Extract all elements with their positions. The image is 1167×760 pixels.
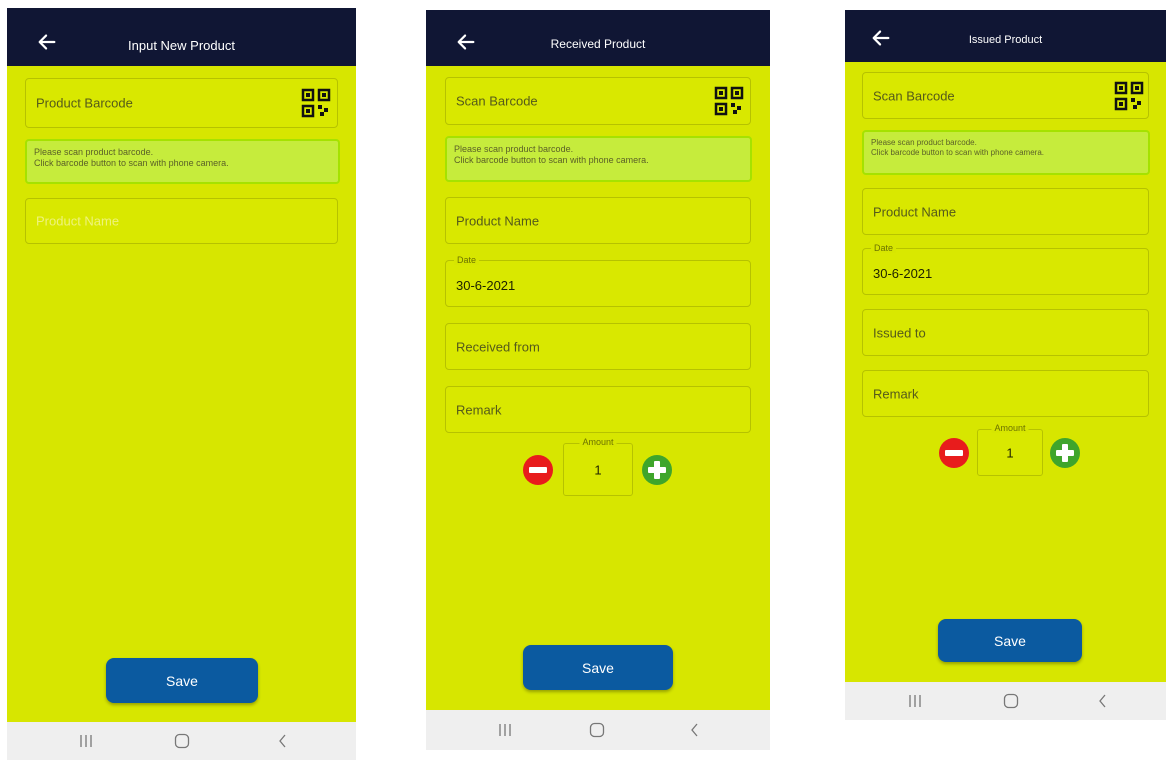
recents-icon bbox=[80, 735, 92, 747]
date-value: 30-6-2021 bbox=[873, 266, 933, 281]
home-icon bbox=[174, 733, 190, 749]
save-button[interactable]: Save bbox=[938, 619, 1082, 662]
page-title: Received Product bbox=[550, 37, 646, 51]
amount-stepper[interactable]: Amount 1 bbox=[977, 423, 1043, 476]
nav-recents-button[interactable] bbox=[74, 732, 98, 750]
save-button[interactable]: Save bbox=[106, 658, 258, 703]
remark-placeholder: Remark bbox=[873, 386, 919, 401]
amount-value: 1 bbox=[1006, 445, 1014, 460]
chevron-left-icon bbox=[279, 734, 286, 748]
chevron-left-icon bbox=[1099, 694, 1106, 708]
screen-input-new-product: Input New Product Product Barcode Please… bbox=[7, 8, 356, 760]
home-icon bbox=[1003, 693, 1019, 709]
product-name-placeholder: Product Name bbox=[36, 213, 120, 229]
amount-label: Amount bbox=[579, 437, 617, 447]
nav-back-button[interactable] bbox=[1091, 692, 1115, 710]
amount-stepper[interactable]: Amount 1 bbox=[563, 437, 633, 496]
plus-circle-icon bbox=[1050, 438, 1080, 468]
scan-barcode-field[interactable]: Scan Barcode bbox=[862, 72, 1149, 119]
remark-field[interactable]: Remark bbox=[445, 386, 751, 433]
product-name-placeholder: Product Name bbox=[456, 213, 540, 228]
received-from-placeholder: Received from bbox=[456, 339, 540, 354]
product-name-placeholder: Product Name bbox=[873, 204, 957, 219]
app-bar: Input New Product bbox=[7, 8, 356, 66]
hint-line-2: Click barcode button to scan with phone … bbox=[34, 158, 229, 168]
nav-home-button[interactable] bbox=[585, 721, 609, 739]
nav-home-button[interactable] bbox=[999, 692, 1023, 710]
amount-value: 1 bbox=[594, 462, 602, 477]
scan-barcode-button[interactable] bbox=[301, 88, 331, 118]
minus-circle-icon bbox=[523, 455, 553, 485]
page-title: Input New Product bbox=[128, 38, 235, 53]
app-bar: Issued Product bbox=[845, 10, 1166, 62]
nav-recents-button[interactable] bbox=[493, 721, 517, 739]
scan-hint: Please scan product barcode. Click barco… bbox=[862, 130, 1150, 175]
chevron-left-icon bbox=[691, 723, 698, 737]
plus-circle-icon bbox=[642, 455, 672, 485]
date-label: Date bbox=[871, 243, 897, 253]
product-barcode-field[interactable]: Product Barcode bbox=[25, 78, 338, 128]
hint-line-1: Please scan product barcode. bbox=[871, 138, 977, 147]
date-value: 30-6-2021 bbox=[456, 278, 516, 293]
system-nav-bar bbox=[7, 722, 356, 760]
nav-back-button[interactable] bbox=[271, 732, 295, 750]
product-name-field[interactable]: Product Name bbox=[862, 188, 1149, 235]
increase-amount-button[interactable] bbox=[1049, 437, 1081, 469]
scan-barcode-field[interactable]: Scan Barcode bbox=[445, 77, 751, 125]
page-title: Issued Product bbox=[968, 34, 1043, 46]
recents-icon bbox=[909, 695, 921, 707]
save-button[interactable]: Save bbox=[523, 645, 673, 690]
increase-amount-button[interactable] bbox=[641, 454, 673, 486]
product-name-field[interactable]: Product Name bbox=[445, 197, 751, 244]
remark-field[interactable]: Remark bbox=[862, 370, 1149, 417]
scan-hint: Please scan product barcode. Click barco… bbox=[25, 139, 340, 184]
scan-barcode-button[interactable] bbox=[714, 86, 744, 116]
scan-hint: Please scan product barcode. Click barco… bbox=[445, 136, 752, 182]
issued-to-placeholder: Issued to bbox=[873, 325, 926, 340]
scan-barcode-placeholder: Scan Barcode bbox=[456, 93, 538, 109]
nav-home-button[interactable] bbox=[170, 732, 194, 750]
scan-barcode-button[interactable] bbox=[1114, 81, 1144, 111]
system-nav-bar bbox=[845, 682, 1166, 720]
amount-label: Amount bbox=[991, 423, 1029, 433]
decrease-amount-button[interactable] bbox=[522, 454, 554, 486]
issued-to-field[interactable]: Issued to bbox=[862, 309, 1149, 356]
hint-line-1: Please scan product barcode. bbox=[454, 144, 574, 154]
home-icon bbox=[589, 722, 605, 738]
minus-circle-icon bbox=[939, 438, 969, 468]
app-bar: Received Product bbox=[426, 10, 770, 66]
decrease-amount-button[interactable] bbox=[938, 437, 970, 469]
hint-line-2: Click barcode button to scan with phone … bbox=[871, 148, 1044, 157]
date-label: Date bbox=[454, 255, 480, 265]
screen-issued-product: Issued Product Scan Barcode Please scan … bbox=[845, 10, 1166, 720]
nav-back-button[interactable] bbox=[683, 721, 707, 739]
screen-received-product: Received Product Scan Barcode Please sca… bbox=[426, 10, 770, 750]
recents-icon bbox=[499, 724, 511, 736]
nav-recents-button[interactable] bbox=[903, 692, 927, 710]
hint-line-2: Click barcode button to scan with phone … bbox=[454, 155, 649, 165]
system-nav-bar bbox=[426, 710, 770, 750]
date-field[interactable]: Date 30-6-2021 bbox=[445, 255, 751, 307]
hint-line-1: Please scan product barcode. bbox=[34, 147, 154, 157]
received-from-field[interactable]: Received from bbox=[445, 323, 751, 370]
date-field[interactable]: Date 30-6-2021 bbox=[862, 243, 1149, 295]
product-barcode-placeholder: Product Barcode bbox=[36, 95, 133, 111]
qr-code-icon bbox=[1114, 81, 1144, 110]
qr-code-icon bbox=[714, 86, 744, 116]
scan-barcode-placeholder: Scan Barcode bbox=[873, 88, 955, 103]
remark-placeholder: Remark bbox=[456, 402, 502, 417]
product-name-field[interactable]: Product Name bbox=[25, 198, 338, 244]
qr-code-icon bbox=[301, 88, 331, 118]
